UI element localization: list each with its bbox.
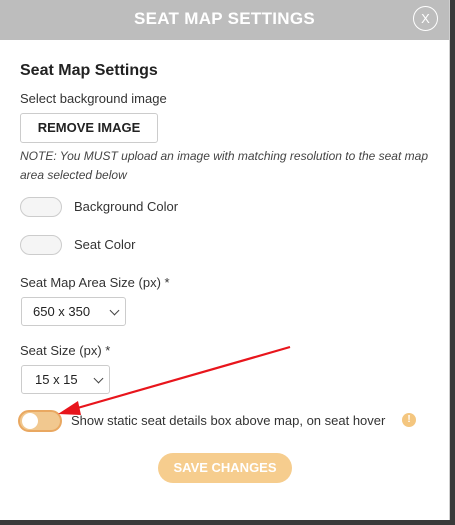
red-arrow-annotation: [58, 345, 291, 415]
arrow-head: [58, 401, 81, 415]
arrow-shaft: [73, 345, 291, 411]
